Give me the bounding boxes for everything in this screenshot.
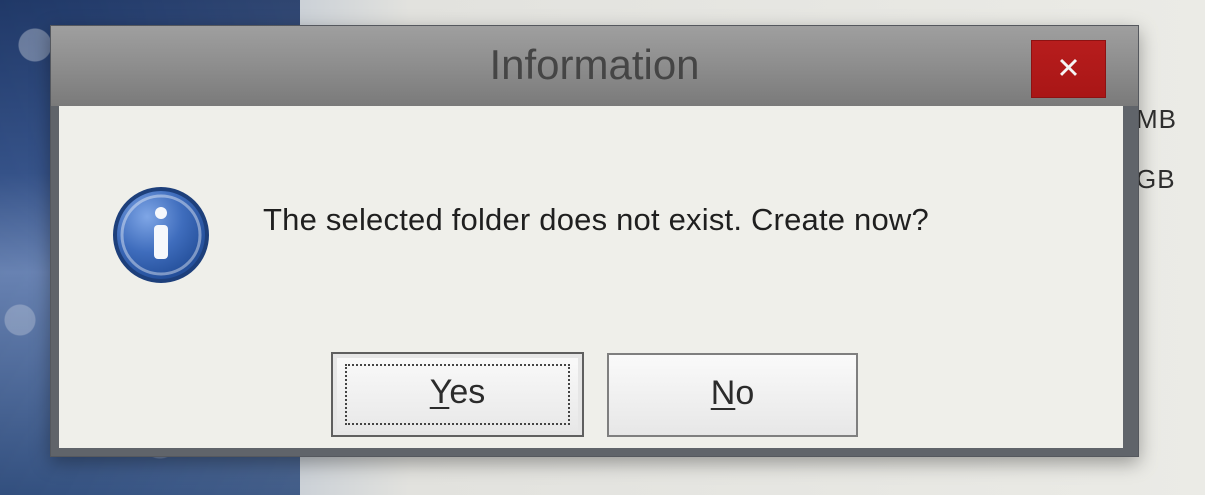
close-button[interactable]: ✕	[1031, 40, 1106, 98]
dialog-message: The selected folder does not exist. Crea…	[263, 202, 929, 237]
no-button[interactable]: No	[607, 353, 858, 437]
dialog-title: Information	[489, 41, 700, 88]
dialog-titlebar: Information ✕	[51, 26, 1138, 106]
yes-button-mnemonic: Y	[429, 373, 450, 411]
background-size-mb-text: MB	[1136, 104, 1177, 134]
no-button-mnemonic: N	[710, 374, 736, 412]
dialog-content: The selected folder does not exist. Crea…	[59, 106, 1123, 448]
background-size-gb-text: GB	[1136, 164, 1176, 194]
no-button-text-rest: o	[735, 374, 755, 412]
information-dialog: Information ✕ The selected folder does n…	[50, 25, 1139, 457]
yes-button-label: Yes	[333, 375, 582, 409]
yes-button-text-rest: es	[449, 373, 486, 411]
yes-button[interactable]: Yes	[331, 352, 584, 437]
info-icon	[113, 187, 209, 283]
no-button-label: No	[609, 376, 856, 410]
close-icon: ✕	[1056, 51, 1081, 85]
